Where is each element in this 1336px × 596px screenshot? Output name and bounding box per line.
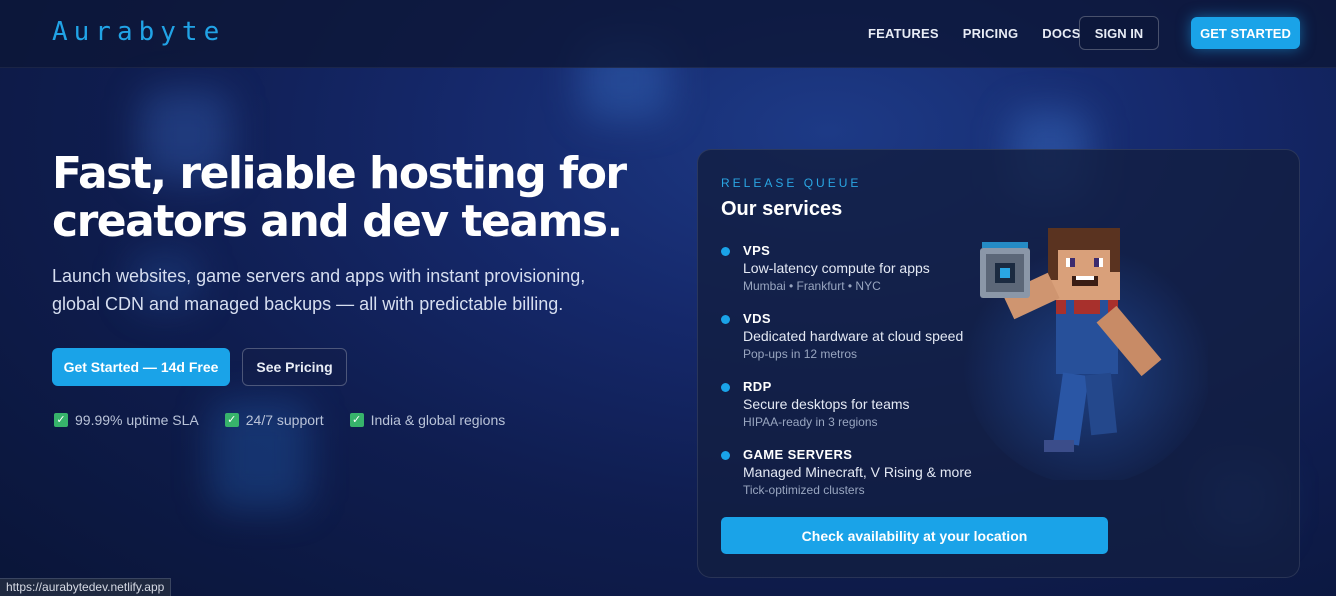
service-meta: HIPAA-ready in 3 regions <box>743 415 878 429</box>
service-name: VDS <box>743 311 771 326</box>
nav-link-pricing[interactable]: PRICING <box>963 26 1019 41</box>
nav-link-docs[interactable]: DOCS <box>1042 26 1080 41</box>
service-name: GAME SERVERS <box>743 447 853 462</box>
service-meta: Mumbai • Frankfurt • NYC <box>743 279 881 293</box>
checkmark-icon: ✓ <box>349 413 364 427</box>
service-meta: Tick-optimized clusters <box>743 483 865 497</box>
top-navigation-bar: Aurabyte FEATURES PRICING DOCS SIGN IN G… <box>0 0 1336 68</box>
checkmark-icon: ✓ <box>54 413 68 427</box>
sign-in-button[interactable]: SIGN IN <box>1079 16 1159 50</box>
nav-link-features[interactable]: FEATURES <box>868 26 939 41</box>
hero-subtitle: Launch websites, game servers and apps w… <box>52 266 586 314</box>
checkmark-icon: ✓ <box>224 413 239 427</box>
service-description: Dedicated hardware at cloud speed <box>743 328 964 344</box>
bullet-dot-icon <box>721 451 730 460</box>
free-trial-button[interactable]: Get Started — 14d Free <box>52 348 230 386</box>
feature-label: 99.99% uptime SLA <box>75 412 199 428</box>
brand-logo[interactable]: Aurabyte <box>52 17 225 47</box>
check-availability-button[interactable]: Check availability at your location <box>721 517 1108 554</box>
service-name: VPS <box>743 243 771 258</box>
feature-list: ✓ 99.99% uptime SLA ✓ 24/7 support ✓ Ind… <box>54 412 505 428</box>
feature-item: ✓ 99.99% uptime SLA <box>54 412 199 428</box>
server-cube-icon <box>980 242 1030 298</box>
feature-label: 24/7 support <box>245 412 324 428</box>
minecraft-character-illustration <box>963 228 1208 480</box>
service-meta: Pop-ups in 12 metros <box>743 347 858 361</box>
see-pricing-button[interactable]: See Pricing <box>242 348 347 386</box>
bullet-dot-icon <box>721 315 730 324</box>
feature-item: ✓ India & global regions <box>349 412 506 428</box>
bullet-dot-icon <box>721 383 730 392</box>
service-description: Low-latency compute for apps <box>743 260 930 276</box>
feature-label: India & global regions <box>370 412 506 428</box>
services-card: RELEASE QUEUE Our services VPS Low-laten… <box>697 149 1300 578</box>
status-bar-url: https://aurabytedev.netlify.app <box>0 578 172 596</box>
main-nav: FEATURES PRICING DOCS <box>868 26 1081 41</box>
feature-item: ✓ 24/7 support <box>224 412 324 428</box>
service-description: Managed Minecraft, V Rising & more <box>743 464 972 480</box>
hero-title: Fast, reliable hosting for creators and … <box>52 148 627 247</box>
bullet-dot-icon <box>721 247 730 256</box>
get-started-button[interactable]: GET STARTED <box>1191 17 1300 49</box>
card-eyebrow: RELEASE QUEUE <box>721 176 862 190</box>
service-name: RDP <box>743 379 772 394</box>
service-description: Secure desktops for teams <box>743 396 910 412</box>
card-title: Our services <box>721 198 843 220</box>
